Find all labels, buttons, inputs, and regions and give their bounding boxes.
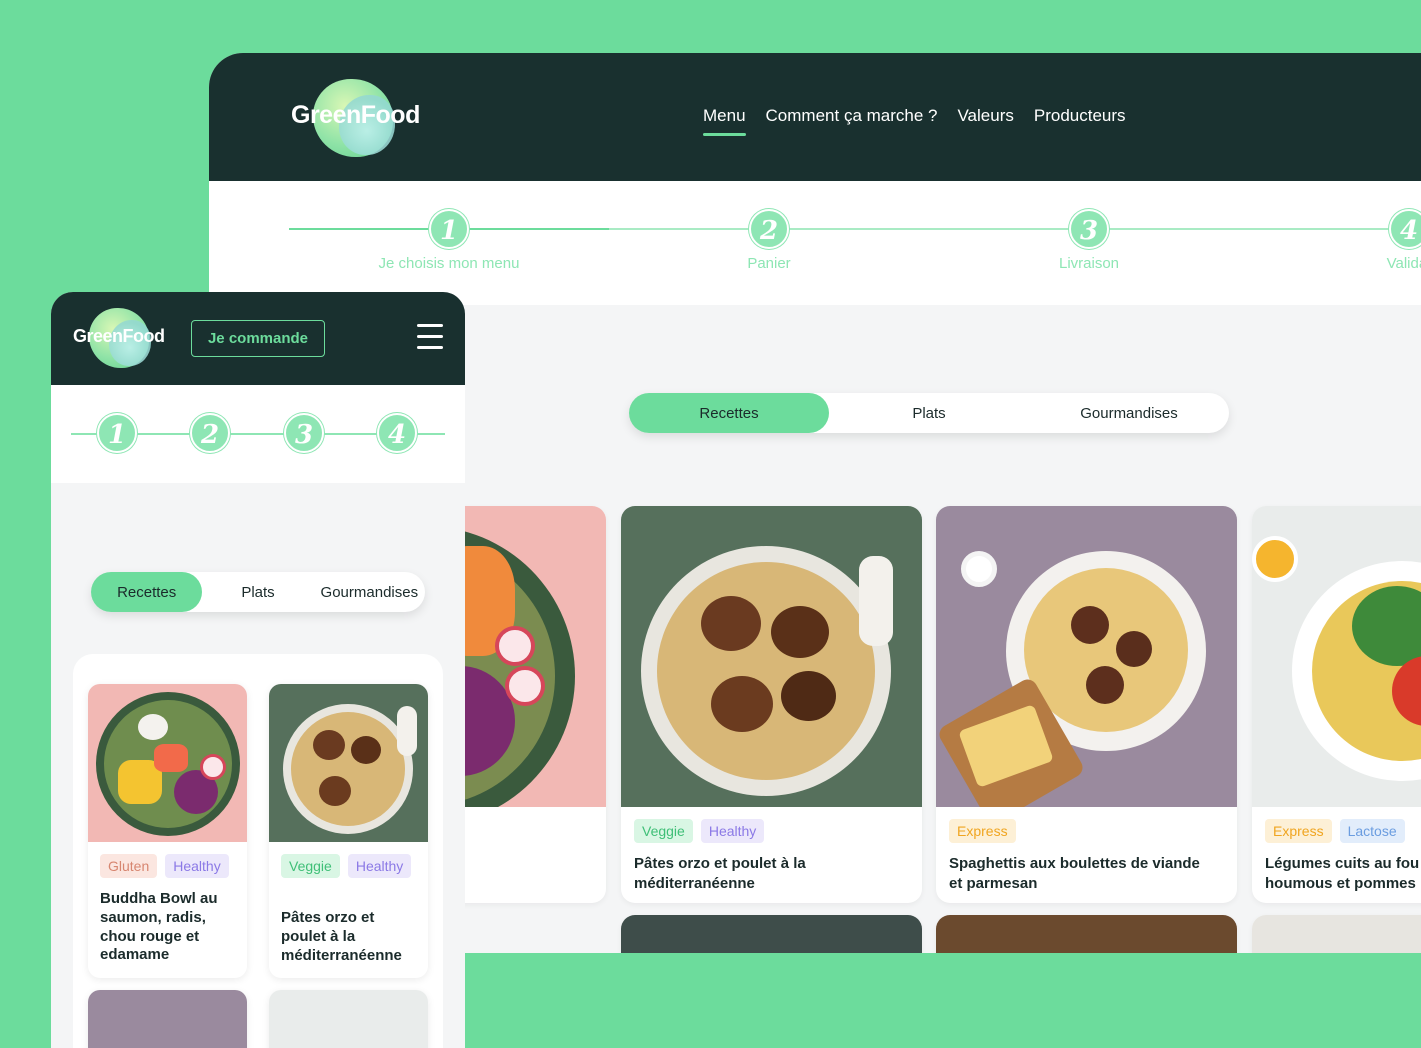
- logo[interactable]: GreenFood: [73, 306, 173, 372]
- recipe-card[interactable]: [88, 990, 247, 1048]
- recipe-card[interactable]: Veggie Healthy Pâtes orzo et poulet à la…: [269, 684, 428, 978]
- recipe-tags: Gluten Healthy: [100, 854, 229, 878]
- step-1[interactable]: 1 Je choisis mon menu: [349, 209, 549, 272]
- recipe-image: [621, 915, 922, 953]
- step-2[interactable]: 2: [190, 413, 230, 453]
- recipe-card[interactable]: [621, 915, 922, 953]
- tab-recettes[interactable]: Recettes: [91, 572, 203, 612]
- recipe-image: [936, 915, 1237, 953]
- mobile-mockup: GreenFood Je commande 1 2 3 4 Recettes P…: [51, 292, 465, 1048]
- tag-express: Express: [949, 819, 1016, 843]
- recipe-tags: Express: [949, 819, 1016, 843]
- nav-link-menu[interactable]: Menu: [703, 106, 746, 136]
- recipe-tags: Veggie Healthy: [634, 819, 765, 843]
- recipe-image: [1252, 915, 1421, 953]
- step-label: Panier: [747, 255, 791, 272]
- nav-link-comment-ca-marche[interactable]: Comment ça marche ?: [766, 106, 938, 126]
- tag-gluten: Gluten: [100, 854, 158, 878]
- logo-text: GreenFood: [291, 101, 420, 129]
- logo-text: GreenFood: [73, 326, 165, 346]
- step-3[interactable]: 3: [284, 413, 324, 453]
- step-number: 2: [749, 209, 789, 249]
- recipe-image: [88, 990, 247, 1048]
- tab-plats[interactable]: Plats: [829, 393, 1029, 433]
- nav-link-valeurs[interactable]: Valeurs: [957, 106, 1013, 126]
- tab-gourmandises[interactable]: Gourmandises: [1029, 393, 1229, 433]
- recipe-card[interactable]: Veggie Healthy Pâtes orzo et poulet à la…: [621, 506, 922, 903]
- tab-gourmandises[interactable]: Gourmandises: [314, 572, 425, 612]
- recipe-title: Pâtes orzo et poulet à la méditerranéenn…: [281, 909, 402, 964]
- nav-link-producteurs[interactable]: Producteurs: [1034, 106, 1126, 126]
- recipe-title: Légumes cuits au fou houmous et pommes: [1265, 855, 1420, 892]
- recipe-card[interactable]: [1252, 915, 1421, 953]
- recipe-image: [1252, 506, 1421, 807]
- tag-healthy: Healthy: [347, 854, 412, 878]
- category-tabs: Recettes Plats Gourmandises: [629, 393, 1229, 433]
- menu-burger-icon[interactable]: [417, 324, 443, 350]
- step-1[interactable]: 1: [97, 413, 137, 453]
- step-number: 4: [1389, 209, 1421, 249]
- main-nav: Menu Comment ça marche ? Valeurs Product…: [703, 106, 1126, 136]
- step-label: Je choisis mon menu: [378, 255, 520, 272]
- recipe-card[interactable]: Gluten Healthy Buddha Bowl au saumon, ra…: [88, 684, 247, 978]
- desktop-header: GreenFood Menu Comment ça marche ? Valeu…: [209, 53, 1421, 181]
- step-3[interactable]: 3 Livraison: [989, 209, 1189, 272]
- recipe-title: Pâtes orzo et poulet à la méditerranéenn…: [634, 855, 806, 892]
- tag-express: Express: [1265, 819, 1332, 843]
- tag-veggie: Veggie: [281, 854, 340, 878]
- recipe-card[interactable]: [936, 915, 1237, 953]
- step-number: 1: [429, 209, 469, 249]
- step-label: Validat: [1386, 255, 1421, 272]
- recipe-title: Spaghettis aux boulettes de viande et pa…: [949, 855, 1200, 892]
- recipe-image: [88, 684, 247, 842]
- order-steps: 1 2 3 4: [51, 385, 465, 483]
- tab-recettes[interactable]: Recettes: [629, 393, 829, 433]
- category-tabs: Recettes Plats Gourmandises: [91, 572, 425, 612]
- recipe-image: [621, 506, 922, 807]
- step-4[interactable]: 4: [377, 413, 417, 453]
- recipe-image: [269, 990, 428, 1048]
- recipe-tags: Express Lactose: [1265, 819, 1405, 843]
- mobile-header: GreenFood Je commande: [51, 292, 465, 385]
- tab-plats[interactable]: Plats: [202, 572, 313, 612]
- recipes-panel: Gluten Healthy Buddha Bowl au saumon, ra…: [73, 654, 443, 1048]
- recipe-image: [936, 506, 1237, 807]
- recipe-image: [269, 684, 428, 842]
- recipe-title: Buddha Bowl au saumon, radis, chou rouge…: [100, 890, 218, 964]
- tag-healthy: Healthy: [165, 854, 229, 878]
- step-4[interactable]: 4 Validat: [1309, 209, 1421, 272]
- order-button[interactable]: Je commande: [191, 320, 325, 357]
- tag-lactose: Lactose: [1339, 819, 1405, 843]
- recipe-card[interactable]: Express Lactose Légumes cuits au fou hou…: [1252, 506, 1421, 903]
- tag-veggie: Veggie: [634, 819, 693, 843]
- recipe-card[interactable]: Express Spaghettis aux boulettes de vian…: [936, 506, 1237, 903]
- tag-healthy: Healthy: [700, 819, 765, 843]
- step-2[interactable]: 2 Panier: [669, 209, 869, 272]
- step-number: 3: [1069, 209, 1109, 249]
- order-steps: 1 Je choisis mon menu 2 Panier 3 Livrais…: [209, 181, 1421, 305]
- recipe-tags: Veggie Healthy: [281, 854, 412, 878]
- recipe-card[interactable]: [269, 990, 428, 1048]
- logo[interactable]: GreenFood: [291, 75, 421, 161]
- step-label: Livraison: [1058, 255, 1120, 272]
